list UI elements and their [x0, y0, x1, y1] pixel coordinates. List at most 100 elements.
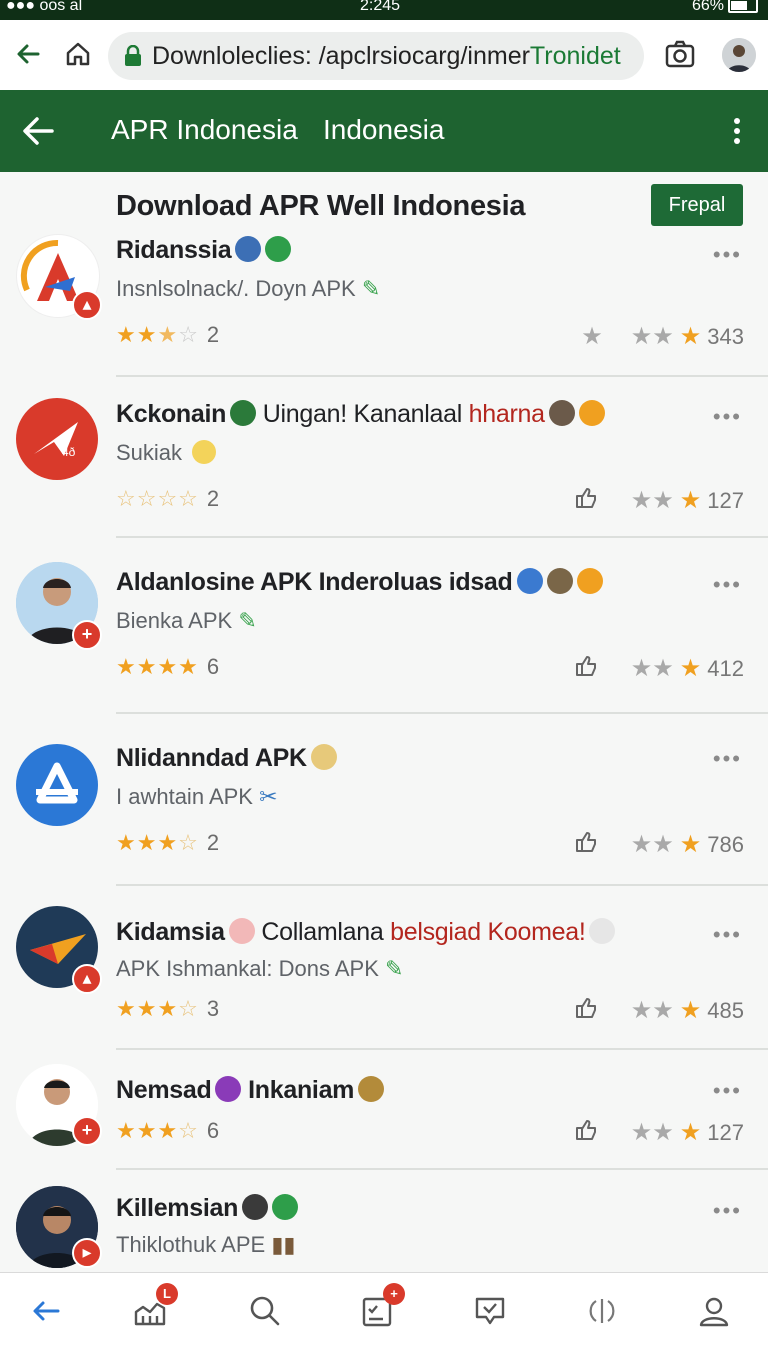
people-icon: ▮▮ — [271, 1232, 296, 1257]
person-icon — [548, 400, 575, 426]
divider — [116, 536, 768, 538]
spoon-icon — [589, 918, 616, 944]
divider — [116, 884, 768, 886]
nav-stats-icon[interactable]: L — [130, 1283, 178, 1331]
back-arrow-icon[interactable] — [18, 111, 58, 156]
app-name: Kckonain Uingan! Kananlaal hharna — [116, 400, 605, 429]
camera-icon[interactable] — [660, 34, 700, 74]
app-bar-title: APR Indonesia — [111, 114, 298, 145]
divider — [116, 1048, 768, 1050]
page-title: Download APR Well Indonesia — [116, 190, 526, 222]
app-list: Download APR Well Indonesia Frepal ▴ Rid… — [0, 172, 768, 1272]
share-icon[interactable] — [575, 831, 599, 859]
nav-inbox-icon[interactable] — [470, 1291, 510, 1331]
divider — [116, 712, 768, 714]
more-options-icon[interactable]: ••• — [713, 1078, 742, 1104]
verified-icon — [265, 236, 292, 262]
app-name: Ridanssia — [116, 236, 292, 265]
nav-checklist-badge: + — [383, 1283, 405, 1305]
app-subtitle: APK Ishmankal: Dons APK ✎ — [116, 956, 404, 981]
app-subtitle: Sukiak — [116, 440, 217, 466]
app-subtitle: Bienka APK ✎ — [116, 608, 257, 633]
url-accent: Tronidet — [529, 41, 621, 70]
app-name: Nlidanndad APK — [116, 744, 337, 773]
app-icon: 4ð — [16, 398, 98, 480]
person-icon — [358, 1076, 385, 1102]
status-time: 2:245 — [360, 0, 401, 14]
more-options-icon[interactable]: ••• — [713, 746, 742, 772]
rating-summary: ★★ ★ 127 — [575, 486, 744, 515]
rating-summary: ★★ ★ 412 — [575, 654, 744, 683]
carrier-label: oos al — [39, 0, 83, 14]
divider — [116, 375, 768, 377]
pill-icon — [578, 400, 605, 426]
app-icon — [16, 744, 98, 826]
app-bar: APR Indonesia Indonesia — [0, 90, 768, 172]
share-icon[interactable] — [575, 1119, 599, 1147]
app-subtitle: Insnlsolnack/. Doyn APK ✎ — [116, 276, 381, 301]
nav-refresh-icon[interactable] — [582, 1291, 622, 1331]
app-bar-subtitle: Indonesia — [323, 114, 445, 145]
verified-icon — [272, 1194, 299, 1220]
profile-avatar[interactable] — [722, 38, 756, 72]
frepal-button[interactable]: Frepal — [651, 184, 743, 226]
rating-summary: ★★ ★ 127 — [575, 1118, 744, 1147]
rating-stars: ★★★☆ 2 — [116, 830, 220, 855]
battery-status: 66% — [692, 0, 758, 15]
rating-stars: ★★★☆ 6 — [116, 1118, 220, 1143]
person-icon — [310, 744, 337, 770]
home-icon[interactable] — [58, 34, 98, 74]
app-badge-icon: ▸ — [72, 1238, 102, 1268]
more-options-icon[interactable]: ••• — [713, 922, 742, 948]
more-options-icon[interactable]: ••• — [713, 404, 742, 430]
status-bar: ●●● oos al 2:245 66% — [0, 0, 768, 20]
app-subtitle: Thiklothuk APE ▮▮ — [116, 1232, 296, 1257]
nav-checklist-icon[interactable]: + — [357, 1283, 405, 1331]
person-icon — [235, 236, 262, 262]
divider — [116, 1168, 768, 1170]
syringe-icon: ✎ — [238, 608, 257, 633]
app-name: Killemsian — [116, 1194, 299, 1223]
rating-summary: ★★ ★ 786 — [575, 830, 744, 859]
more-options-icon[interactable]: ••• — [713, 572, 742, 598]
share-icon[interactable] — [575, 487, 599, 515]
app-badge-icon: + — [72, 1116, 102, 1146]
signal-indicator: ●●● oos al — [6, 0, 82, 15]
rating-summary: ★★ ★ 485 — [575, 996, 744, 1025]
syringe-icon: ✎ — [361, 276, 381, 301]
app-name: Kidamsia Collamlana belsgiad Koomea! — [116, 918, 616, 947]
face-icon — [228, 918, 255, 944]
syringe-icon: ✎ — [385, 956, 404, 981]
address-bar[interactable]: Downloleclies: /apclrsiocarg/inmer Troni… — [108, 32, 644, 80]
more-options-icon[interactable]: ••• — [713, 242, 742, 268]
battery-label: 66% — [691, 0, 724, 14]
rating-stars: ★★★☆ 3 — [116, 996, 220, 1021]
nav-search-icon[interactable] — [245, 1291, 285, 1331]
rating-stars: ★★★☆ 2 — [116, 322, 220, 347]
syringe-icon: ✂ — [259, 784, 278, 809]
pill-icon — [576, 568, 603, 594]
overflow-menu-icon[interactable] — [732, 116, 742, 151]
app-subtitle: I awhtain APK ✂ — [116, 784, 278, 809]
app-badge-icon: ▴ — [72, 290, 102, 320]
person-icon — [546, 568, 573, 594]
compass-icon — [516, 568, 543, 594]
app-badge-icon: + — [72, 620, 102, 650]
rating-stars: ☆☆☆☆ 2 — [116, 486, 220, 511]
flag-icon — [230, 400, 257, 426]
app-name: Nemsad Inkaniam — [116, 1076, 385, 1105]
url-text: Downloleclies: /apclrsiocarg/inmer — [152, 41, 530, 70]
rating-summary: ★ ★★ ★ 343 — [581, 323, 744, 350]
svg-text:4ð: 4ð — [62, 445, 76, 459]
nav-stats-badge: L — [156, 1283, 178, 1305]
person-icon — [242, 1194, 269, 1220]
share-icon[interactable] — [575, 655, 599, 683]
nav-back-icon[interactable] — [26, 1291, 66, 1331]
face-icon — [192, 440, 217, 464]
share-icon[interactable] — [575, 997, 599, 1025]
battery-icon — [728, 0, 758, 14]
browser-back-icon[interactable] — [8, 34, 48, 74]
more-options-icon[interactable]: ••• — [713, 1198, 742, 1224]
nav-profile-icon[interactable] — [694, 1291, 734, 1331]
lock-icon — [124, 45, 142, 67]
